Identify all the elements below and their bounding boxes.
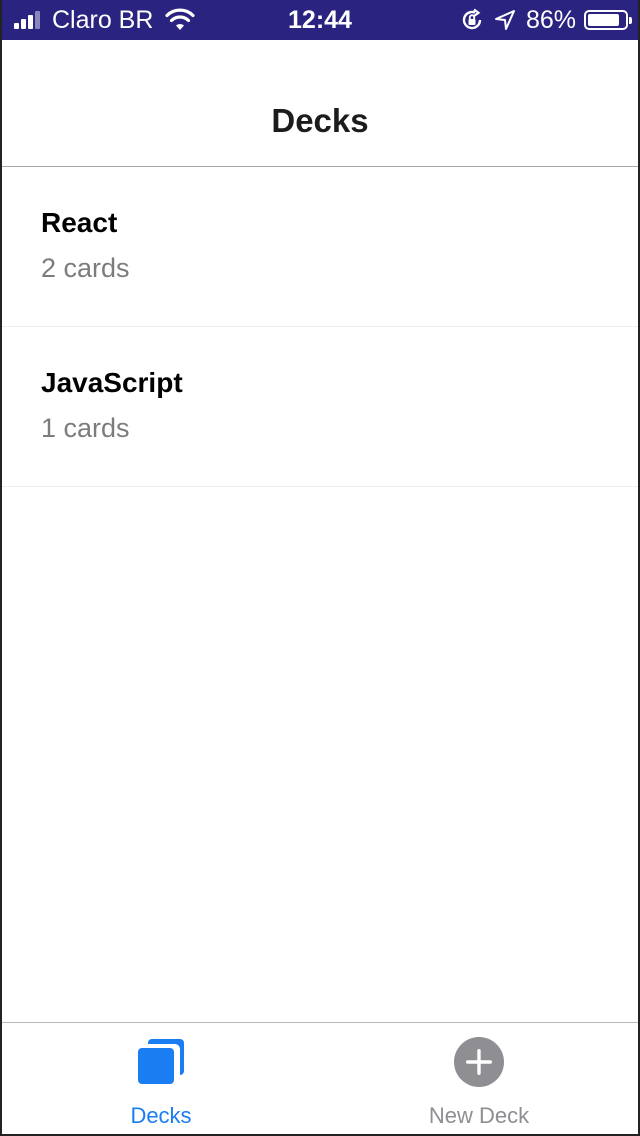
battery-fill	[588, 14, 619, 26]
page-title: Decks	[271, 102, 369, 139]
deck-title: JavaScript	[41, 367, 183, 398]
tab-label: Decks	[130, 1103, 192, 1128]
deck-list: React 2 cards JavaScript 1 cards	[2, 167, 638, 487]
tab-decks[interactable]: Decks	[2, 1023, 320, 1134]
battery-icon	[584, 10, 632, 30]
tab-label: New Deck	[428, 1103, 530, 1128]
deck-item-react[interactable]: React 2 cards	[2, 167, 638, 327]
app-screen: Claro BR 12:44 86% Decks React 2 cards J…	[0, 0, 640, 1136]
location-icon	[494, 10, 515, 30]
deck-card-count: 1 cards	[41, 413, 130, 443]
tab-new-deck[interactable]: New Deck	[320, 1023, 638, 1134]
deck-card-count: 2 cards	[41, 253, 130, 283]
battery-percent: 86%	[525, 5, 576, 34]
status-bar: Claro BR 12:44 86%	[2, 0, 638, 40]
decks-icon	[138, 1039, 184, 1084]
deck-title: React	[41, 207, 118, 238]
deck-item-javascript[interactable]: JavaScript 1 cards	[2, 327, 638, 487]
status-bar-right: 86%	[460, 0, 632, 40]
orientation-lock-icon	[462, 8, 482, 30]
plus-circle-icon	[454, 1037, 504, 1087]
tab-bar: Decks New Deck	[2, 1022, 638, 1134]
navigation-header: Decks	[2, 40, 638, 167]
